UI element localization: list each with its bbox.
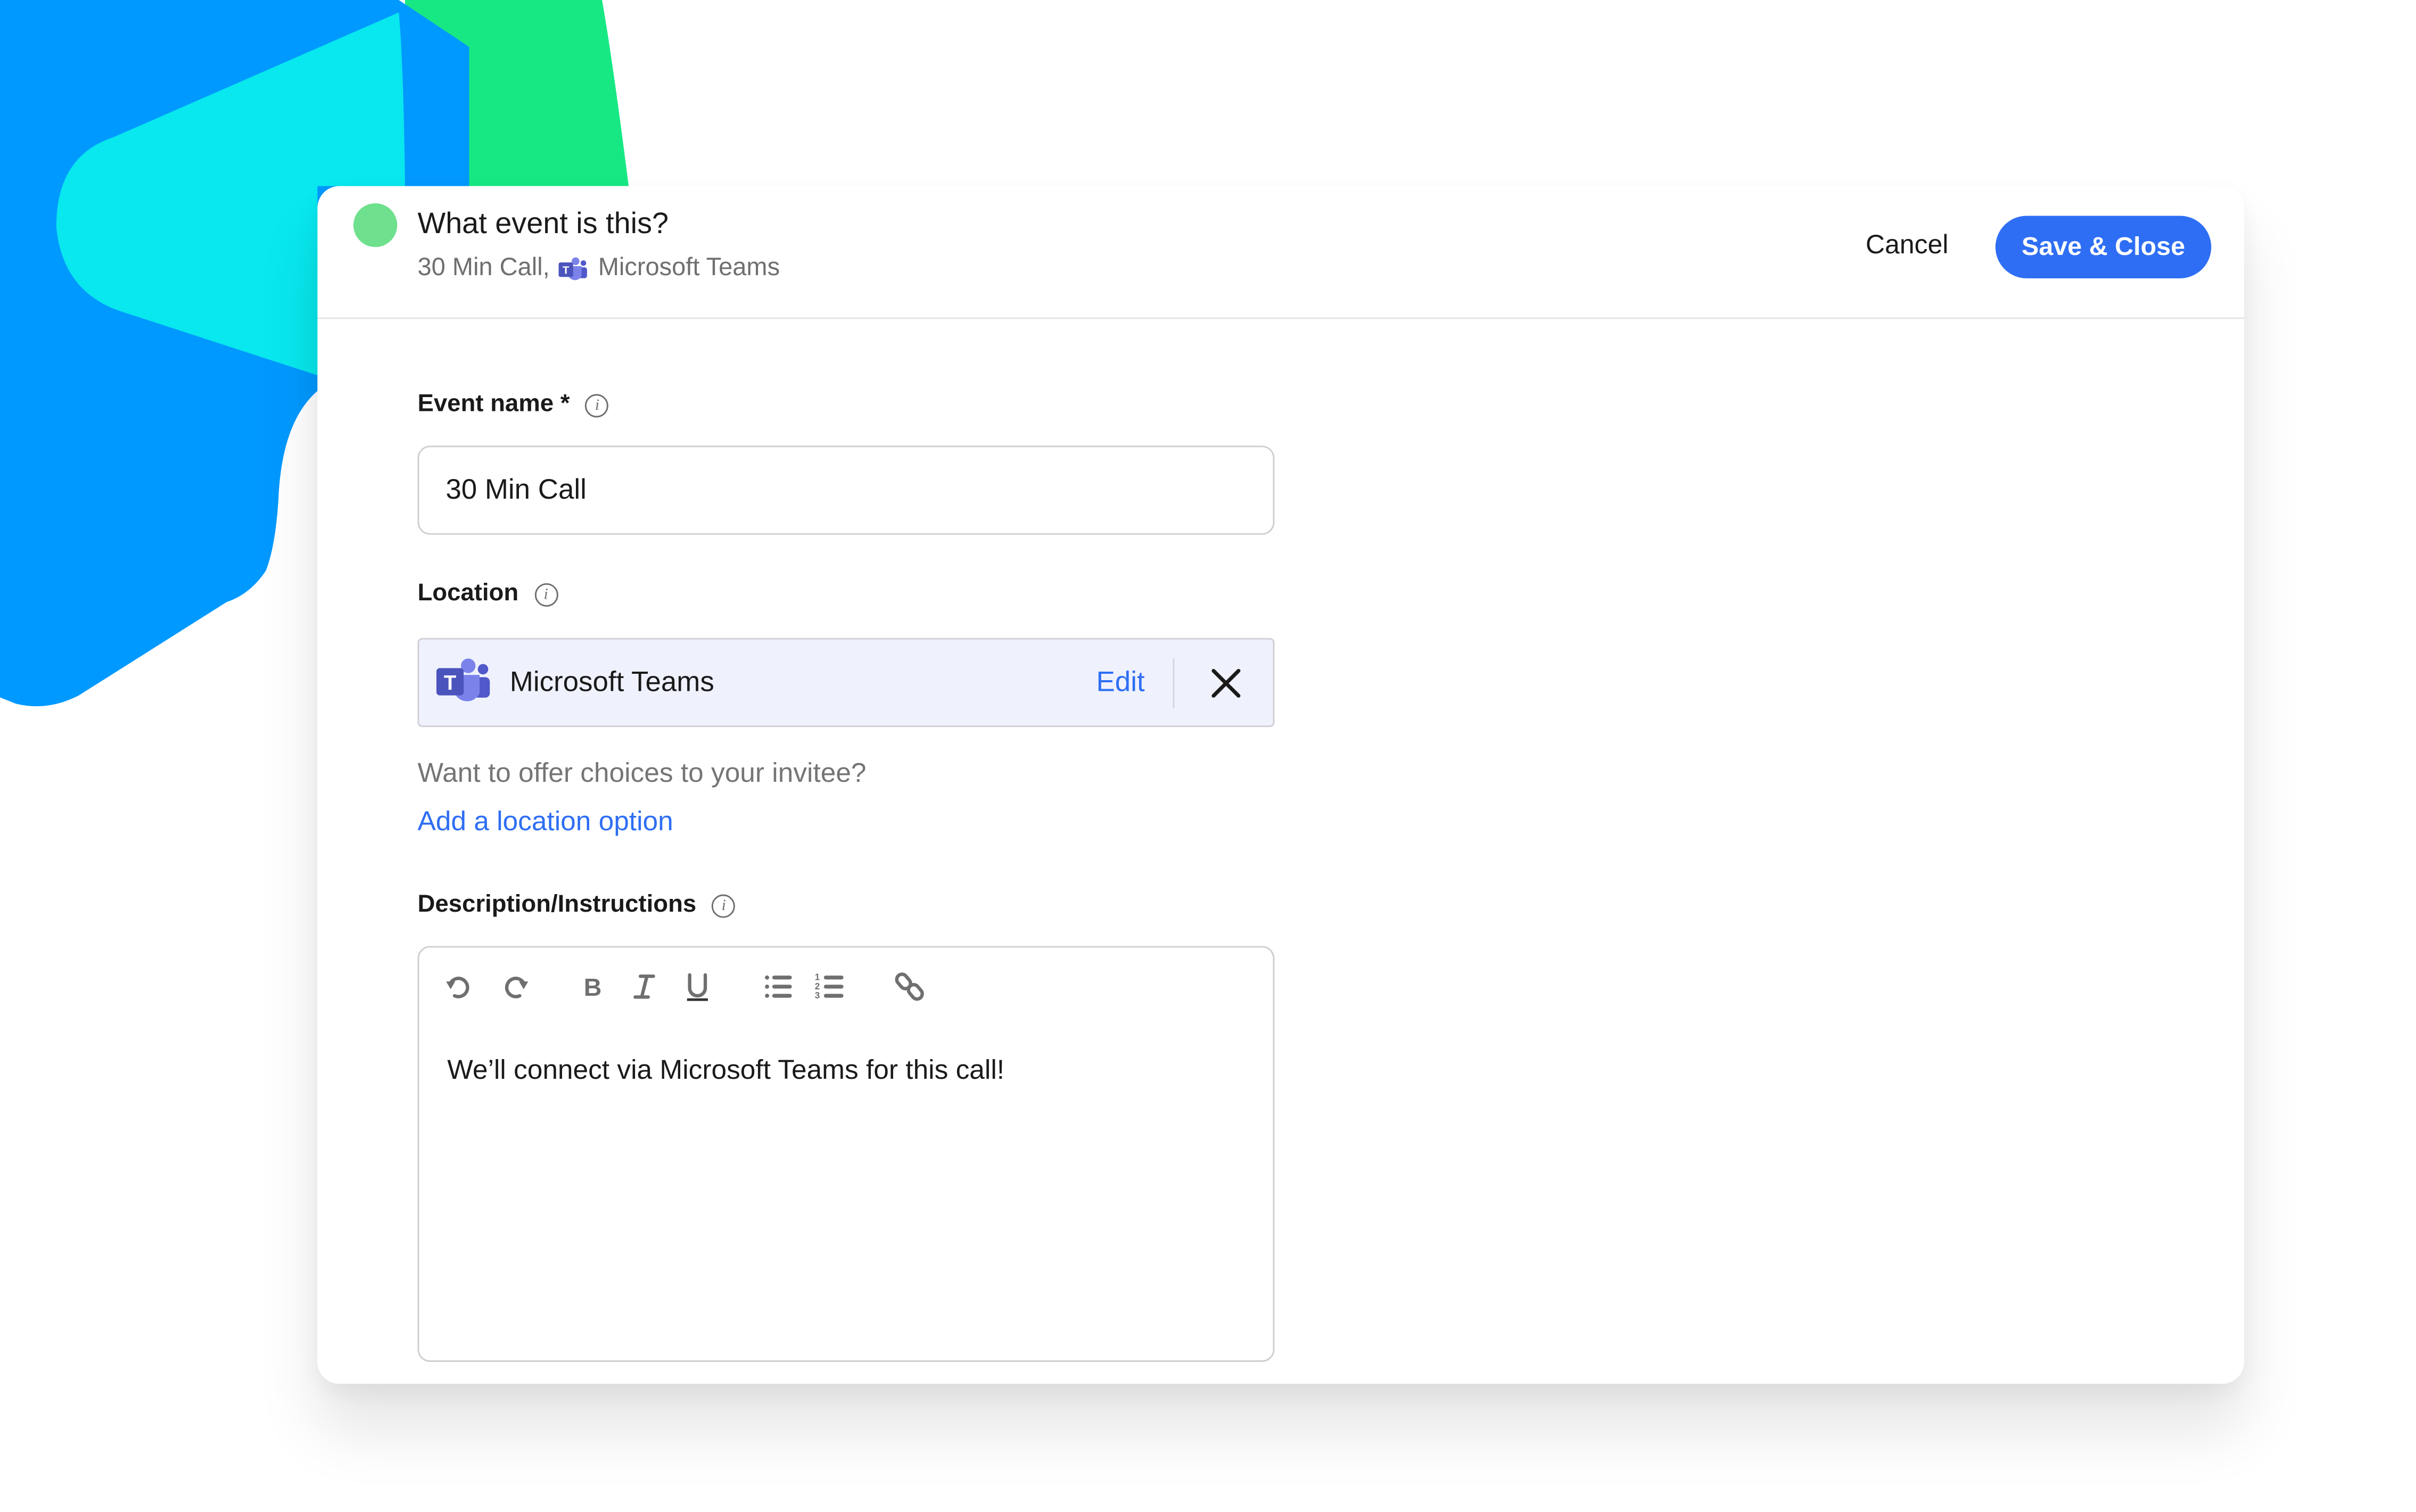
event-name-input[interactable] [417,445,1275,535]
edit-location-link[interactable]: Edit [1096,666,1145,699]
bold-icon[interactable]: B [575,970,610,1004]
location-label: Location i [417,580,558,608]
event-color-dot [353,203,398,247]
description-editor[interactable]: B 123 We’ll connect via Microsoft Teams … [417,946,1275,1362]
microsoft-teams-icon: T [436,657,491,707]
event-name-label: Event name * i [417,391,609,419]
link-icon[interactable] [893,970,928,1004]
save-and-close-button[interactable]: Save & Close [1995,216,2212,278]
location-action-divider [1173,658,1175,708]
svg-text:T: T [563,264,570,276]
event-edit-panel: What event is this? 30 Min Call, T Micro… [317,186,2245,1384]
description-label-text: Description/Instructions [417,891,697,918]
header-divider [317,317,2245,319]
numbered-list-icon[interactable]: 123 [813,970,848,1004]
info-icon[interactable]: i [585,393,609,417]
description-label: Description/Instructions i [417,891,736,920]
svg-text:3: 3 [815,990,820,1001]
description-content: We’ll connect via Microsoft Teams for th… [447,1054,1005,1085]
svg-text:T: T [444,672,457,695]
undo-icon[interactable] [442,970,477,1004]
bulleted-list-icon[interactable] [762,970,796,1004]
add-location-option-link[interactable]: Add a location option [417,805,673,838]
selected-location: T Microsoft Teams Edit [417,638,1275,728]
italic-icon[interactable] [627,970,662,1004]
location-helper-text: Want to offer choices to your invitee? [417,756,867,788]
close-icon[interactable] [1207,665,1245,703]
subtitle-location: Microsoft Teams [598,254,780,282]
microsoft-teams-icon: T [559,255,589,282]
cancel-button[interactable]: Cancel [1866,230,1948,261]
redo-icon[interactable] [497,970,532,1004]
svg-text:B: B [584,973,602,1001]
underline-icon[interactable] [680,970,715,1004]
info-icon[interactable]: i [712,894,736,918]
location-label-text: Location [417,580,519,607]
event-name-label-text: Event name * [417,391,570,418]
panel-title: What event is this? [417,208,669,241]
location-name: Microsoft Teams [509,666,714,698]
subtitle-event-name: 30 Min Call, [417,254,550,282]
panel-subtitle: 30 Min Call, T Microsoft Teams [417,255,780,283]
info-icon[interactable]: i [534,582,558,606]
